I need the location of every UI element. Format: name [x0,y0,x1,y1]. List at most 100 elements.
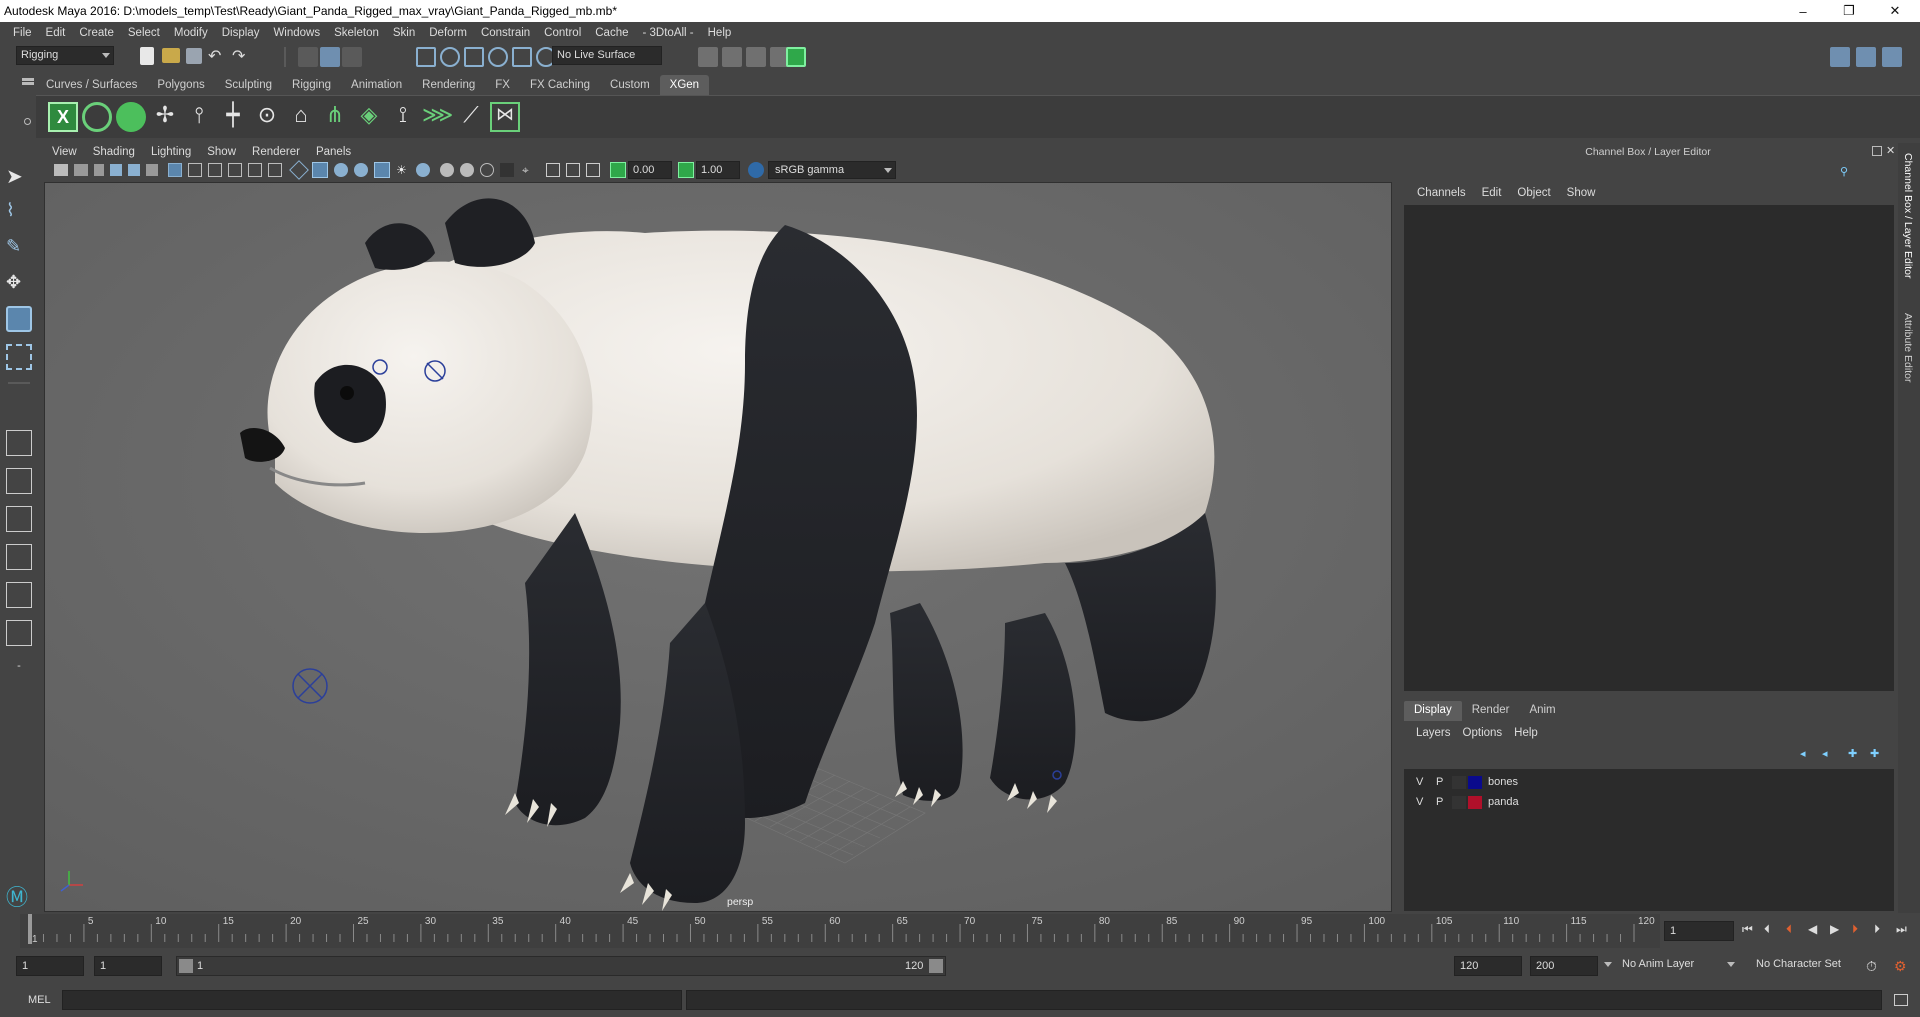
toggle-modeling-toolkit-icon[interactable] [1856,47,1876,67]
viewport-menu-renderer[interactable]: Renderer [244,146,308,158]
menu-control[interactable]: Control [537,27,588,39]
maximize-button[interactable]: ❐ [1826,0,1872,22]
rotate-tool-icon[interactable] [6,306,32,332]
anim-layer-dropdown[interactable]: No Anim Layer [1618,956,1738,975]
groom-layers-icon[interactable]: ◈ [354,102,384,132]
layer-type-box[interactable] [1452,776,1466,789]
snap-curve-icon[interactable] [440,47,460,67]
select-by-object-icon[interactable] [320,47,340,67]
move-layer-down-icon[interactable]: ◂ [1822,747,1834,760]
groom-noise-icon[interactable]: ⋙ [422,102,453,132]
new-layer-selected-icon[interactable]: ✚ [1870,747,1882,760]
layer-menu-options[interactable]: Options [1457,727,1509,739]
groom-visibility-icon[interactable]: ⊙ [252,102,282,132]
shelf-tab-animation[interactable]: Animation [341,75,412,95]
menu-edit[interactable]: Edit [39,27,73,39]
new-scene-icon[interactable] [140,47,154,65]
layout-icon[interactable] [1830,47,1850,67]
step-back-key-icon[interactable]: ⏴ [1764,922,1770,937]
animation-preferences-icon[interactable]: ⚙ [1894,958,1907,975]
persp-outliner-layout-icon[interactable] [6,506,32,532]
use-all-lights-icon[interactable] [374,162,390,178]
film-gate-icon[interactable] [188,163,202,177]
menu-help[interactable]: Help [701,27,739,39]
wireframe-on-shaded-icon[interactable] [334,163,348,177]
move-layer-up-icon[interactable]: ◂ [1800,747,1812,760]
animation-end-field[interactable]: 200 [1530,956,1598,976]
select-tool-icon[interactable]: ➤ [6,164,32,190]
resolution-gate-icon[interactable] [208,163,222,177]
layer-color-swatch[interactable] [1468,776,1482,789]
step-forward-frame-icon[interactable]: ⏵ [1852,922,1858,937]
layer-color-swatch[interactable] [1468,796,1482,809]
groom-clumping-icon[interactable]: ⋔ [320,102,350,132]
wireframe-icon[interactable] [289,160,309,180]
layer-row[interactable]: V P panda [1404,793,1894,813]
playback-start-field[interactable]: 1 [94,956,162,976]
minimize-button[interactable]: – [1780,0,1826,22]
chevron-down-icon[interactable] [1604,962,1612,967]
viewport-menu-show[interactable]: Show [199,146,244,158]
layer-row[interactable]: V P bones [1404,773,1894,793]
hypershade-icon[interactable] [786,47,806,67]
lasso-tool-icon[interactable]: ⌇ [6,200,32,226]
cb-menu-edit[interactable]: Edit [1474,187,1510,199]
groom-freeze-icon[interactable]: ⌂ [286,102,316,132]
range-start-handle[interactable] [179,959,193,973]
gate-mask-icon[interactable] [228,163,242,177]
bookmark-icon[interactable] [94,164,104,176]
shelf-settings-icon[interactable] [24,118,31,125]
shadows-icon[interactable]: ☀ [396,163,410,177]
menu-create[interactable]: Create [72,27,121,39]
camera-attributes-icon[interactable] [74,164,88,176]
frame-all-icon[interactable] [546,163,560,177]
layer-name[interactable]: panda [1488,796,1519,808]
grid-icon[interactable] [168,163,182,177]
groom-length-icon[interactable]: ┿ [218,102,248,132]
new-layer-icon[interactable]: ✚ [1848,747,1860,760]
snap-live-icon[interactable] [512,47,532,67]
tab-render[interactable]: Render [1462,701,1520,721]
menu-skin[interactable]: Skin [386,27,422,39]
exposure-toggle-icon[interactable] [610,162,626,178]
tab-display[interactable]: Display [1404,701,1462,721]
graph-editor-layout-icon[interactable] [6,620,32,646]
go-to-end-icon[interactable]: ⏭ [1896,922,1907,937]
current-frame-marker[interactable] [28,914,32,944]
time-slider[interactable]: 1 5 10 15 20 25 30 35 40 45 50 55 60 65 70 75 80 85 90 95 10… [20,914,1660,948]
menu-modify[interactable]: Modify [167,27,215,39]
shelf-tab-rigging[interactable]: Rigging [282,75,341,95]
viewport-menu-view[interactable]: View [44,146,85,158]
safe-action-icon[interactable] [268,163,282,177]
hypershade-layout-icon[interactable] [6,582,32,608]
groom-select-icon[interactable]: ⋈ [490,102,520,132]
cb-menu-object[interactable]: Object [1509,187,1558,199]
grease-pencil-icon[interactable] [146,164,158,176]
view-transform-dropdown[interactable]: sRGB gamma [768,161,896,179]
depth-of-field-icon[interactable] [480,163,494,177]
cb-key-icon[interactable]: ⚲ [1840,165,1852,178]
paint-select-tool-icon[interactable]: ✎ [6,236,32,262]
shelf-tab-polygons[interactable]: Polygons [147,75,214,95]
range-slider[interactable]: 1 120 [176,956,946,976]
gamma-field[interactable]: 1.00 [696,161,740,179]
shelf-menu-icon[interactable] [22,78,34,81]
command-input[interactable] [62,990,682,1010]
multisample-aa-icon[interactable] [460,163,474,177]
color-management-icon[interactable] [748,162,764,178]
undo-icon[interactable]: ↶ [208,46,221,66]
select-by-component-icon[interactable] [342,47,362,67]
menu-cache[interactable]: Cache [588,27,635,39]
menu-select[interactable]: Select [121,27,167,39]
groom-smooth-icon[interactable]: ⟋ [456,102,486,132]
playback-end-field[interactable]: 120 [1454,956,1522,976]
script-editor-icon[interactable] [1894,994,1908,1006]
shelf-tab-sculpting[interactable]: Sculpting [215,75,282,95]
snap-grid-icon[interactable] [416,47,436,67]
viewport-menu-shading[interactable]: Shading [85,146,143,158]
move-tool-icon[interactable]: ✥ [6,272,32,298]
two-d-pan-zoom-icon[interactable] [128,164,140,176]
render-settings-icon[interactable] [698,47,718,67]
more-layouts-icon[interactable]: - [6,660,32,686]
cb-menu-channels[interactable]: Channels [1409,187,1474,199]
